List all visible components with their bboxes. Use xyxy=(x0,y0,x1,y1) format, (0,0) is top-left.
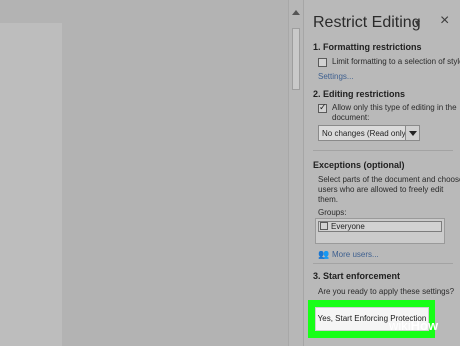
restrict-editing-pane: Restrict Editing ▼ × 1. Formatting restr… xyxy=(303,0,460,346)
everyone-checkbox[interactable] xyxy=(320,222,328,230)
editing-type-value: No changes (Read only) xyxy=(322,129,409,138)
close-icon[interactable]: × xyxy=(440,12,449,30)
document-page[interactable] xyxy=(0,23,62,346)
editing-type-select[interactable]: No changes (Read only) xyxy=(318,125,420,141)
settings-link[interactable]: Settings... xyxy=(318,72,354,81)
exceptions-desc-line2: users who are allowed to freely edit xyxy=(318,185,444,194)
watermark: wikiHow xyxy=(389,318,438,333)
more-users-link[interactable]: More users... xyxy=(332,250,379,259)
groups-list[interactable]: Everyone xyxy=(315,218,445,244)
groups-label: Groups: xyxy=(318,208,347,217)
allow-editing-label-line2: document: xyxy=(332,113,370,122)
chevron-down-icon[interactable]: ▼ xyxy=(413,18,422,28)
enforcement-question: Are you ready to apply these settings? xyxy=(318,287,455,296)
start-enforcement-heading: 3. Start enforcement xyxy=(313,271,401,281)
group-item-everyone[interactable]: Everyone xyxy=(318,221,442,232)
exceptions-heading: Exceptions (optional) xyxy=(313,160,405,170)
pane-title: Restrict Editing xyxy=(313,14,421,31)
scroll-thumb[interactable] xyxy=(292,28,300,90)
allow-editing-checkbox[interactable] xyxy=(318,102,327,113)
exceptions-desc-line3: them. xyxy=(318,195,339,204)
group-item-label: Everyone xyxy=(331,222,365,231)
limit-formatting-checkbox[interactable] xyxy=(318,58,327,67)
watermark-part2: How xyxy=(410,318,439,333)
watermark-part1: wiki xyxy=(389,318,411,333)
users-icon: 👥 xyxy=(318,249,330,259)
formatting-restrictions-heading: 1. Formatting restrictions xyxy=(313,42,422,52)
document-area[interactable] xyxy=(0,0,288,346)
editing-restrictions-heading: 2. Editing restrictions xyxy=(313,89,406,99)
divider xyxy=(313,263,453,264)
limit-formatting-label: Limit formatting to a selection of style xyxy=(332,57,460,66)
dropdown-arrow-icon[interactable] xyxy=(405,126,419,140)
divider xyxy=(313,150,453,151)
scroll-up-icon[interactable] xyxy=(292,10,300,15)
allow-editing-label-line1: Allow only this type of editing in the xyxy=(332,103,457,112)
vertical-scrollbar[interactable] xyxy=(288,0,303,346)
exceptions-desc-line1: Select parts of the document and choose xyxy=(318,175,460,184)
